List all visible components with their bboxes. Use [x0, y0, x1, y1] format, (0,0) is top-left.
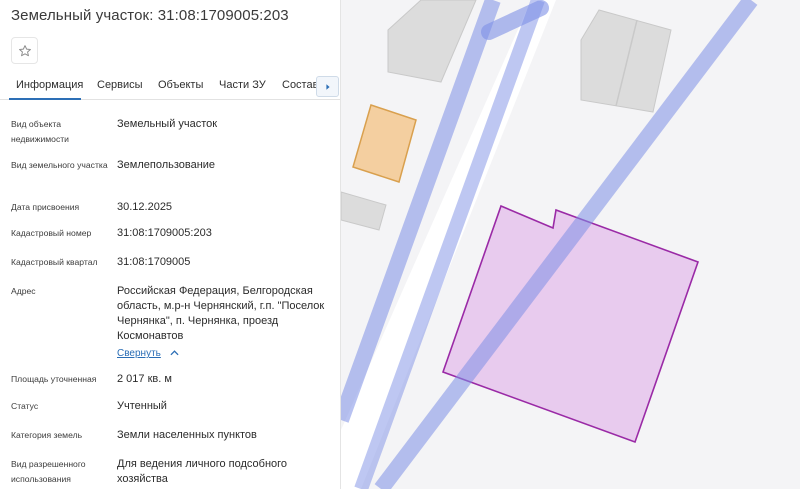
cad-number-value: 31:08:1709005:203 [117, 227, 212, 239]
map-view[interactable] [341, 0, 800, 489]
object-type-label: Вид объекта недвижимости [11, 119, 69, 144]
tab-objects[interactable]: Объекты [158, 79, 203, 91]
status-label: Статус [11, 401, 39, 411]
area-value: 2 017 кв. м [117, 373, 172, 385]
assign-date-value: 30.12.2025 [117, 201, 173, 213]
collapse-wrapper: Свернуть [117, 346, 332, 361]
assign-date-label: Дата присвоения [11, 202, 80, 212]
land-category-label: Категория земель [11, 430, 83, 440]
address-label: Адрес [11, 286, 36, 296]
cad-quarter-value: 31:08:1709005 [117, 256, 191, 268]
tab-information[interactable]: Информация [16, 79, 83, 91]
permitted-use-label: Вид разрешенного использования [11, 459, 86, 484]
map-canvas[interactable] [341, 0, 800, 489]
tab-land-parts[interactable]: Части ЗУ [219, 79, 266, 91]
chevron-right-icon [325, 83, 330, 90]
object-type-value: Земельный участок [117, 118, 218, 130]
tab-composition[interactable]: Состав [282, 79, 318, 91]
active-tab-indicator [9, 98, 81, 100]
page-title: Земельный участок: 31:08:1709005:203 [11, 7, 289, 24]
chevron-up-icon[interactable] [170, 350, 179, 356]
land-category-value: Земли населенных пунктов [117, 429, 257, 441]
land-type-label: Вид земельного участка [11, 160, 108, 170]
land-type-value: Землепользование [117, 159, 216, 171]
tab-services[interactable]: Сервисы [97, 79, 143, 91]
cad-quarter-label: Кадастровый квартал [11, 257, 98, 267]
star-outline-icon [18, 44, 31, 56]
building-2 [580, 9, 672, 113]
status-value: Учтенный [117, 400, 167, 412]
favorite-button[interactable] [11, 37, 38, 64]
building-orange [352, 104, 417, 183]
collapse-link[interactable]: Свернуть [117, 348, 161, 359]
tab-bar: Информация Сервисы Объекты Части ЗУ Сост… [0, 72, 340, 100]
area-label: Площадь уточненная [11, 374, 97, 384]
info-panel: Земельный участок: 31:08:1709005:203 Инф… [0, 0, 341, 489]
permitted-use-value: Для ведения личного подсобного хозяйства [117, 458, 288, 485]
cad-number-label: Кадастровый номер [11, 228, 92, 238]
tabs-next-button[interactable] [316, 76, 339, 97]
building-3 [341, 191, 387, 231]
address-value: Российская Федерация, Белгородская облас… [117, 285, 325, 342]
